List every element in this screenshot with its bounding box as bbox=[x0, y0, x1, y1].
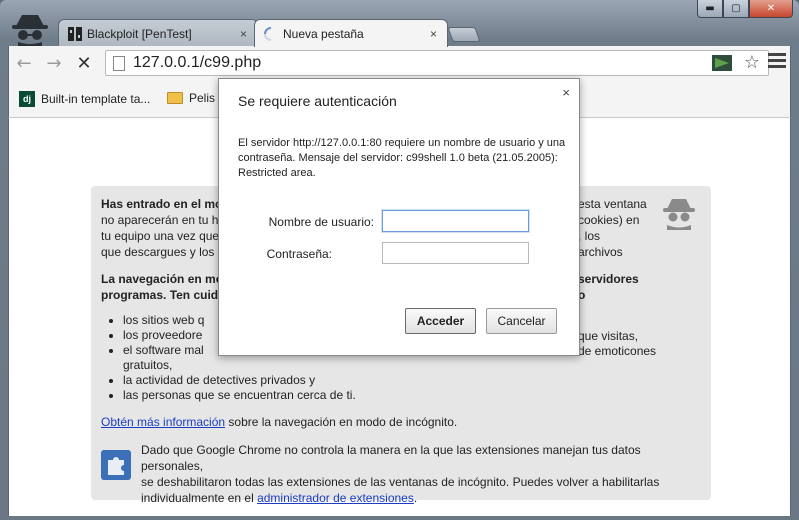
tab-close-icon[interactable]: × bbox=[240, 27, 247, 41]
bookmark-folder[interactable]: Pelis bbox=[167, 91, 215, 105]
incognito-logo-icon bbox=[12, 15, 48, 46]
forward-arrow-icon[interactable]: → bbox=[43, 52, 65, 74]
tab-label: Blackploit [PenTest] bbox=[87, 26, 192, 41]
close-window-button[interactable]: ✕ bbox=[749, 0, 793, 18]
learn-more-line: Obtén más información sobre la navegació… bbox=[101, 414, 457, 430]
blackploit-icon bbox=[68, 27, 82, 41]
text-line: servidores o bbox=[578, 272, 639, 302]
text-line: que descargues y los m bbox=[101, 245, 228, 259]
text-line: esta ventana bbox=[578, 197, 647, 211]
list-item-right: que visitas, bbox=[578, 329, 639, 343]
incognito-heading: Has entrado en el mo bbox=[101, 197, 223, 211]
tab-blackploit[interactable]: Blackploit [PenTest] × bbox=[58, 19, 258, 47]
maximize-button[interactable]: ▢ bbox=[723, 0, 749, 18]
password-field[interactable] bbox=[382, 242, 529, 264]
window-controls: ▬ ▢ ✕ bbox=[697, 0, 793, 18]
text-line: se deshabilitaron todas las extensiones … bbox=[141, 475, 660, 489]
text-line: individualmente en el bbox=[141, 491, 258, 505]
address-bar[interactable]: 127.0.0.1/c99.php ☆ bbox=[105, 50, 769, 76]
text-line: sobre la navegación en modo de incógnito… bbox=[225, 415, 458, 429]
text-line: no aparecerán en tu hi bbox=[101, 213, 222, 227]
list-item: la actividad de detectives privados y bbox=[123, 372, 356, 387]
text-line: . bbox=[413, 491, 418, 505]
text-line: La navegación en mod bbox=[101, 272, 231, 286]
text-line: Dado que Google Chrome no controla la ma… bbox=[141, 443, 641, 473]
stop-icon[interactable]: ✕ bbox=[73, 52, 95, 74]
cancel-button[interactable]: Cancelar bbox=[486, 308, 557, 334]
page-icon bbox=[113, 56, 125, 71]
password-label: Contraseña: bbox=[266, 247, 332, 261]
page-action-icon[interactable] bbox=[712, 55, 732, 71]
chrome-menu-icon[interactable] bbox=[768, 53, 786, 71]
dialog-message: El servidor http://127.0.0.1:80 requiere… bbox=[238, 137, 566, 179]
text-line: programas. Ten cuida bbox=[101, 288, 225, 302]
new-tab-button[interactable] bbox=[447, 27, 481, 42]
bookmark-label: Pelis bbox=[189, 91, 216, 105]
login-button[interactable]: Acceder bbox=[405, 308, 476, 334]
auth-dialog: Se requiere autenticación × El servidor … bbox=[218, 78, 580, 356]
loading-spinner-icon bbox=[264, 27, 272, 41]
text-line: tu equipo una vez que bbox=[101, 229, 220, 243]
extensions-manager-link[interactable]: administrador de extensiones bbox=[257, 491, 414, 505]
dialog-title: Se requiere autenticación bbox=[238, 93, 397, 109]
url-text[interactable]: 127.0.0.1/c99.php bbox=[133, 54, 261, 72]
puzzle-piece-icon bbox=[101, 450, 131, 480]
incognito-paragraph-2-right: servidores o bbox=[578, 271, 648, 303]
browser-window: ▬ ▢ ✕ Blackploit [PenTest] × Nueva pesta… bbox=[0, 0, 799, 520]
back-arrow-icon[interactable]: ← bbox=[13, 52, 35, 74]
list-item: las personas que se encuentran cerca de … bbox=[123, 387, 356, 402]
tab-nueva-pestana[interactable]: Nueva pestaña × bbox=[254, 19, 448, 47]
username-field[interactable] bbox=[382, 210, 529, 232]
username-label: Nombre de usuario: bbox=[268, 215, 374, 229]
list-item-right: de emoticones bbox=[578, 344, 657, 358]
incognito-icon bbox=[663, 199, 695, 230]
bookmark-item[interactable]: dj Built-in template ta... bbox=[19, 91, 150, 107]
tab-label: Nueva pestaña bbox=[283, 26, 364, 41]
tab-close-icon[interactable]: × bbox=[430, 27, 437, 41]
learn-more-link[interactable]: Obtén más información bbox=[101, 415, 225, 429]
dj-icon: dj bbox=[19, 91, 35, 107]
text-line: cookies) en bbox=[578, 213, 640, 227]
list-item: gratuitos, bbox=[123, 358, 173, 372]
extensions-text: Dado que Google Chrome no controla la ma… bbox=[141, 442, 701, 506]
bookmark-star-icon[interactable]: ☆ bbox=[744, 52, 760, 73]
toolbar: ← → ✕ 127.0.0.1/c99.php ☆ bbox=[8, 46, 791, 80]
text-line: , los archivos bbox=[578, 229, 623, 259]
bookmark-label: Built-in template ta... bbox=[41, 92, 151, 106]
incognito-paragraph-1-right: esta ventana cookies) en , los archivos bbox=[578, 196, 648, 260]
minimize-button[interactable]: ▬ bbox=[697, 0, 723, 18]
dialog-close-icon[interactable]: × bbox=[562, 85, 570, 100]
folder-icon bbox=[167, 92, 183, 104]
